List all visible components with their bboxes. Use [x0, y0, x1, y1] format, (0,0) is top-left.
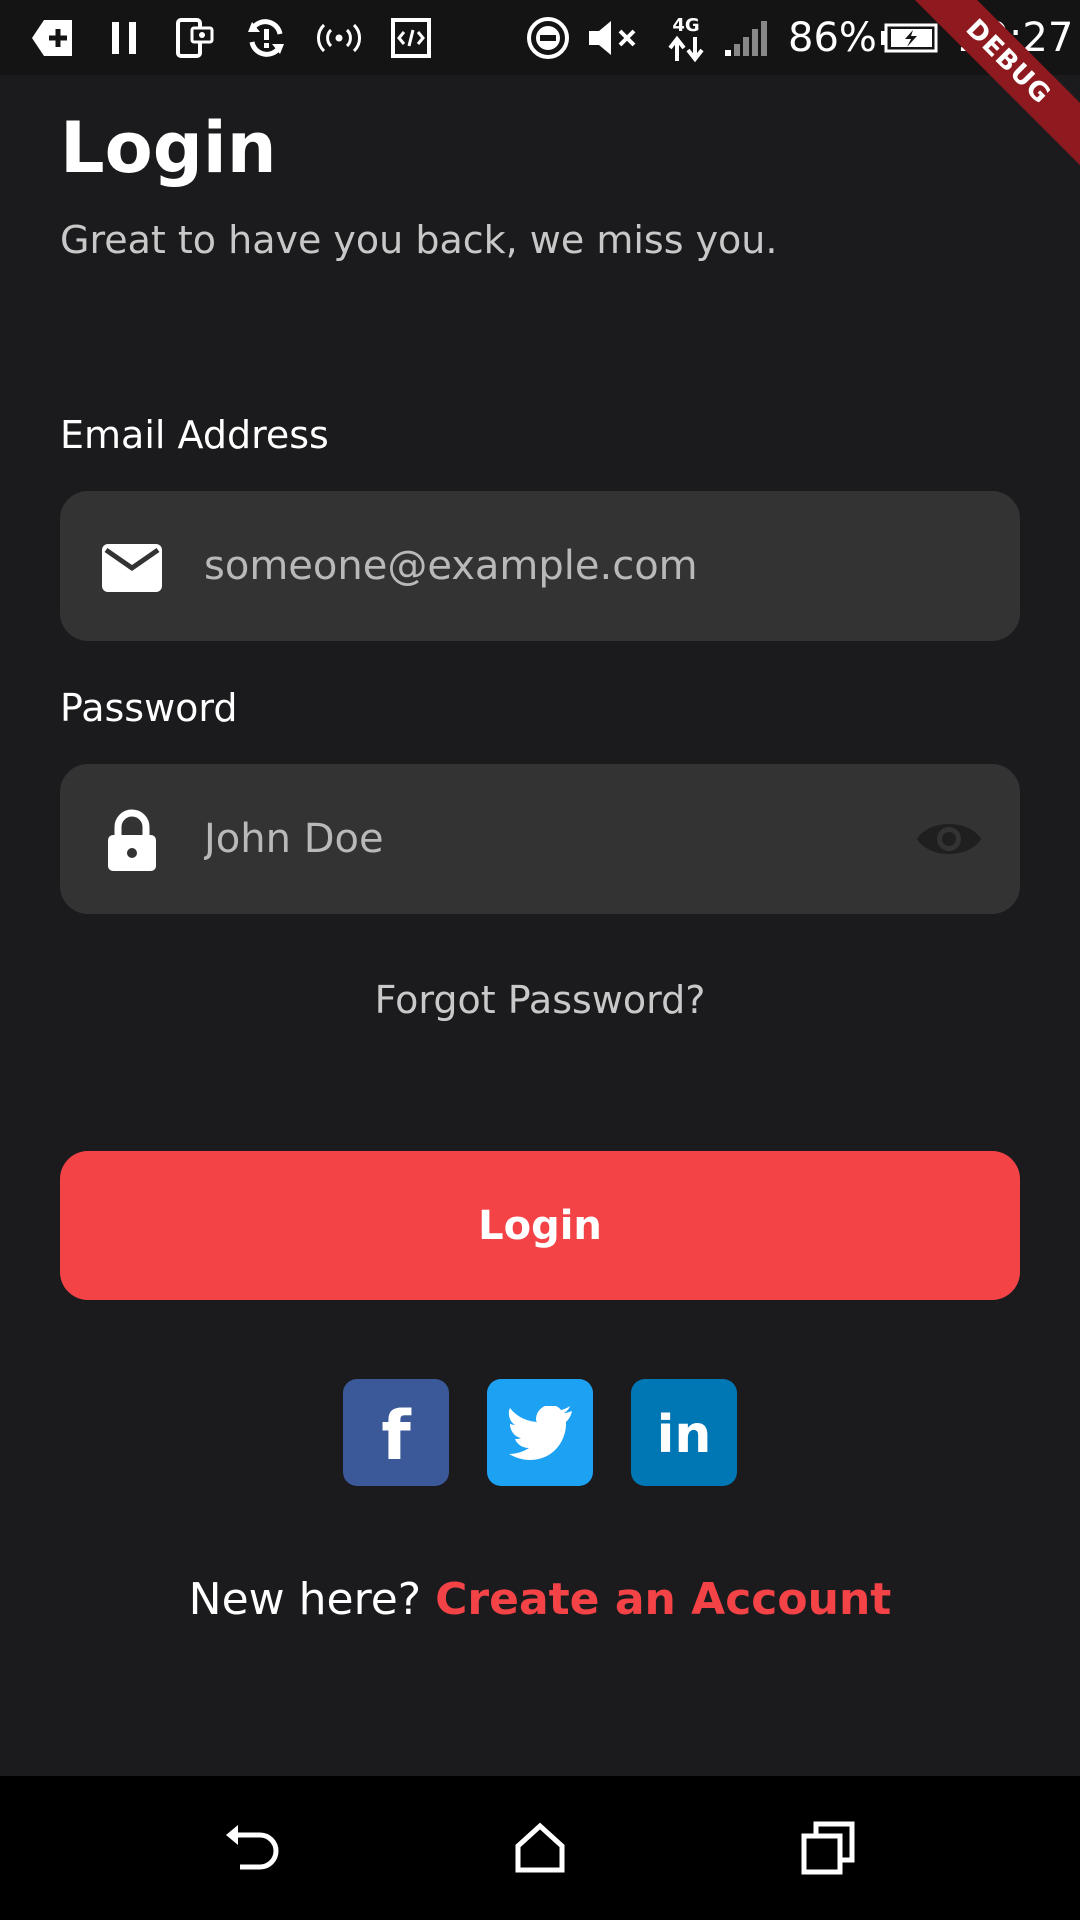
email-input[interactable] — [204, 491, 944, 641]
mail-icon — [100, 536, 164, 600]
navigation-bar — [0, 1776, 1080, 1920]
login-screen: 4G 86% 20:27 DEBUG Login Great to have y… — [0, 0, 1080, 1920]
create-account-link[interactable]: Create an Account — [435, 1574, 891, 1625]
pause-icon — [104, 14, 144, 62]
home-icon[interactable] — [504, 1812, 576, 1884]
hotspot-icon — [314, 14, 364, 62]
email-field-container — [60, 491, 1020, 641]
sync-icon — [242, 14, 290, 62]
eye-icon[interactable] — [914, 809, 984, 869]
email-label: Email Address — [60, 413, 329, 457]
signal-icon — [722, 14, 772, 62]
svg-text:f: f — [381, 1401, 412, 1465]
svg-text:4G: 4G — [672, 15, 699, 36]
signup-line: New here? Create an Account — [0, 1570, 1080, 1630]
password-field-container — [60, 764, 1020, 914]
login-button[interactable]: Login — [60, 1151, 1020, 1300]
forgot-password-link[interactable]: Forgot Password? — [0, 970, 1080, 1030]
twitter-icon — [508, 1405, 572, 1460]
password-input[interactable] — [204, 764, 944, 914]
developer-icon — [388, 14, 434, 62]
network-4g-icon: 4G — [662, 14, 710, 63]
back-icon[interactable] — [216, 1812, 288, 1884]
recents-icon[interactable] — [792, 1812, 864, 1884]
page-subtitle: Great to have you back, we miss you. — [60, 218, 778, 262]
page-title: Login — [60, 107, 277, 189]
lock-icon — [100, 809, 164, 873]
battery-charging-icon — [878, 14, 940, 62]
linkedin-button[interactable]: in — [631, 1379, 737, 1486]
add-notification-icon — [28, 14, 76, 62]
status-bar: 4G 86% 20:27 — [0, 0, 1080, 75]
facebook-button[interactable]: f — [343, 1379, 449, 1486]
svg-text:in: in — [657, 1408, 712, 1458]
linkedin-icon: in — [654, 1408, 714, 1458]
screenshot-icon — [170, 14, 218, 62]
mute-icon — [586, 14, 642, 62]
battery-percent: 86% — [788, 15, 877, 61]
signup-prompt: New here? — [188, 1574, 436, 1625]
do-not-disturb-icon — [524, 14, 572, 62]
twitter-button[interactable] — [487, 1379, 593, 1486]
facebook-icon: f — [376, 1401, 416, 1465]
password-label: Password — [60, 686, 238, 730]
